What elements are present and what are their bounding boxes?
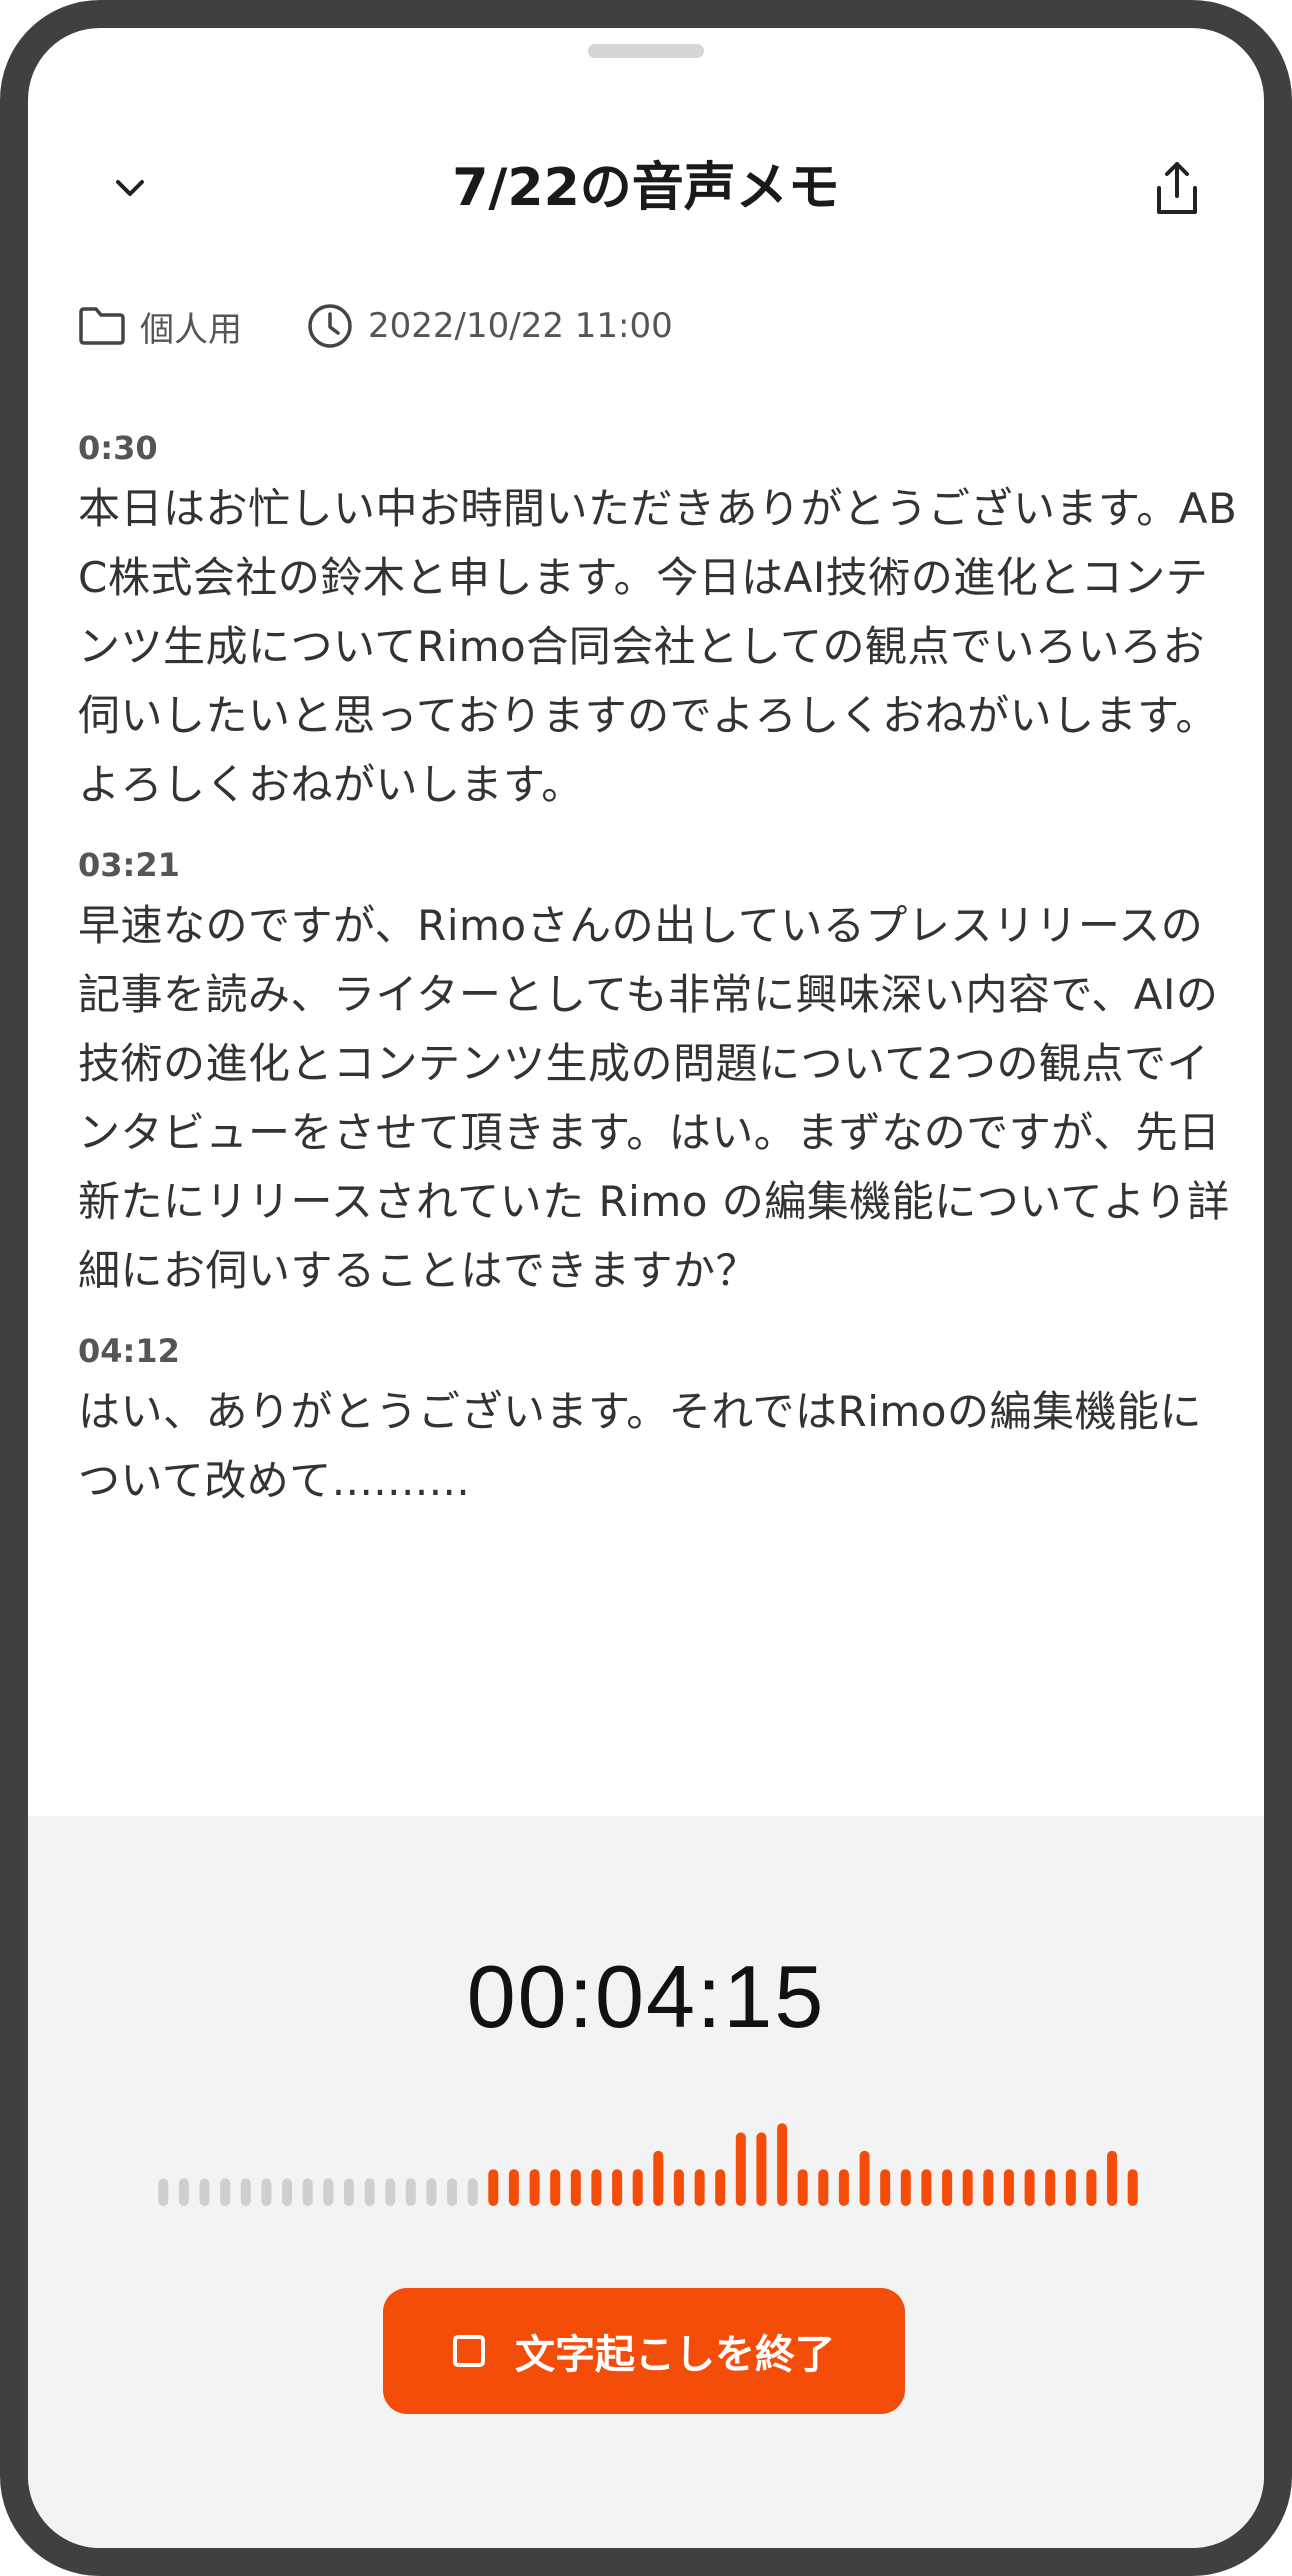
- waveform-bar: [777, 2123, 788, 2206]
- waveform-bar: [942, 2169, 953, 2206]
- waveform-bar: [818, 2169, 829, 2206]
- segment-timestamp[interactable]: 04:12: [78, 1331, 1238, 1371]
- folder-name: 個人用: [140, 309, 242, 350]
- waveform-bar: [1086, 2169, 1097, 2206]
- stop-icon: [453, 2335, 485, 2367]
- waveform-bar: [735, 2132, 746, 2206]
- waveform-bar: [591, 2169, 602, 2206]
- stop-transcription-button[interactable]: 文字起こしを終了: [383, 2288, 905, 2414]
- waveform-bar: [694, 2169, 705, 2206]
- waveform-bar: [467, 2178, 478, 2206]
- waveform-bar: [488, 2169, 499, 2206]
- header: 7/22の音声メモ: [28, 128, 1264, 248]
- waveform-bar: [302, 2178, 313, 2206]
- waveform-bar: [838, 2169, 849, 2206]
- waveform-bar: [653, 2150, 664, 2206]
- waveform-bar: [921, 2169, 932, 2206]
- waveform-bar: [900, 2169, 911, 2206]
- waveform-bar: [240, 2178, 251, 2206]
- waveform-bar: [343, 2178, 354, 2206]
- waveform-bar: [859, 2150, 870, 2206]
- waveform-bar: [1107, 2150, 1118, 2206]
- waveform-bar: [570, 2169, 581, 2206]
- waveform-bar: [282, 2178, 293, 2206]
- datetime-info: 2022/10/22 11:00: [306, 302, 673, 350]
- waveform-bar: [797, 2169, 808, 2206]
- waveform-bar: [323, 2178, 334, 2206]
- waveform-bar: [1003, 2169, 1014, 2206]
- segment-text: 早速なのですが、Rimoさんの出しているプレスリリースの記事を読み、ライターとし…: [78, 901, 1230, 1295]
- waveform-bar: [962, 2169, 973, 2206]
- waveform-bar: [756, 2132, 767, 2206]
- audio-waveform: [158, 2123, 1138, 2206]
- waveform-bar: [178, 2178, 189, 2206]
- waveform-bar: [715, 2169, 726, 2206]
- clock-icon: [308, 304, 352, 348]
- waveform-bar: [1127, 2169, 1138, 2206]
- waveform-bar: [632, 2169, 643, 2206]
- folder-info[interactable]: 個人用: [78, 302, 242, 351]
- waveform-bar: [529, 2169, 540, 2206]
- segment-text: はい、ありがとうございます。それではRimoの編集機能について改めて......…: [78, 1387, 1203, 1505]
- chevron-down-icon: [116, 180, 144, 196]
- waveform-bar: [508, 2169, 519, 2206]
- waveform-bar: [261, 2178, 272, 2206]
- waveform-bar: [385, 2178, 396, 2206]
- waveform-bar: [199, 2178, 210, 2206]
- memo-datetime: 2022/10/22 11:00: [368, 306, 673, 346]
- share-icon: [1157, 162, 1197, 214]
- waveform-bar: [1065, 2169, 1076, 2206]
- share-button[interactable]: [1142, 154, 1212, 224]
- transcript-segment[interactable]: 04:12 はい、ありがとうございます。それではRimoの編集機能について改めて…: [78, 1331, 1238, 1515]
- transcript-segment[interactable]: 03:21 早速なのですが、Rimoさんの出しているプレスリリースの記事を読み、…: [78, 845, 1238, 1305]
- close-button[interactable]: [98, 156, 162, 220]
- waveform-bar: [983, 2169, 994, 2206]
- drag-handle[interactable]: [588, 44, 704, 58]
- page-title: 7/22の音声メモ: [452, 158, 840, 218]
- recorder-panel: 00:04:15 文字起こしを終了: [28, 1816, 1264, 2548]
- transcript: 0:30 本日はお忙しい中お時間いただきありがとうございます。ABC株式会社の鈴…: [78, 428, 1238, 1541]
- segment-text: 本日はお忙しい中お時間いただきありがとうございます。ABC株式会社の鈴木と申しま…: [78, 484, 1238, 809]
- waveform-bar: [220, 2178, 231, 2206]
- waveform-bar: [550, 2169, 561, 2206]
- waveform-bar: [612, 2169, 623, 2206]
- phone-frame: 7/22の音声メモ 個人用 2022/10/22 11:00 0:30 本日はお…: [0, 0, 1292, 2576]
- waveform-bar: [364, 2178, 375, 2206]
- segment-timestamp[interactable]: 0:30: [78, 428, 1238, 468]
- waveform-bar: [447, 2178, 458, 2206]
- memo-meta: 個人用 2022/10/22 11:00: [78, 296, 673, 356]
- folder-icon: [79, 307, 125, 345]
- waveform-bar: [1024, 2169, 1035, 2206]
- transcript-segment[interactable]: 0:30 本日はお忙しい中お時間いただきありがとうございます。ABC株式会社の鈴…: [78, 428, 1238, 819]
- waveform-bar: [1045, 2169, 1056, 2206]
- waveform-bar: [405, 2178, 416, 2206]
- stop-button-label: 文字起こしを終了: [515, 2332, 835, 2378]
- waveform-bar: [158, 2178, 169, 2206]
- waveform-bar: [880, 2169, 891, 2206]
- elapsed-time: 00:04:15: [466, 1947, 826, 2046]
- waveform-bar: [426, 2178, 437, 2206]
- segment-timestamp[interactable]: 03:21: [78, 845, 1238, 885]
- waveform-bar: [673, 2169, 684, 2206]
